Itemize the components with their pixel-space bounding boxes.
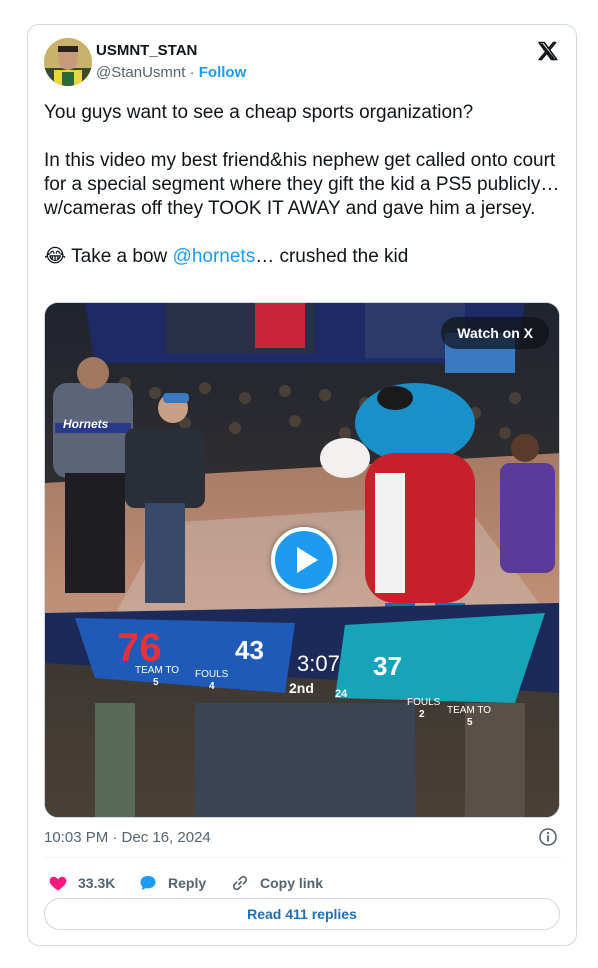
scoreboard-away-fouls: 2 bbox=[419, 709, 425, 720]
scoreboard-away-fouls-label: FOULS bbox=[407, 697, 441, 708]
play-button[interactable] bbox=[271, 527, 337, 593]
scoreboard-away-score: 37 bbox=[373, 651, 402, 681]
scoreboard-away-team-to-label: TEAM TO bbox=[447, 705, 491, 716]
mention-link[interactable]: @hornets bbox=[173, 246, 256, 267]
scoreboard-home-team-to: 5 bbox=[153, 677, 159, 688]
copy-link-button[interactable]: Copy link bbox=[230, 869, 323, 897]
tweet-line-3-prefix: Take a bow bbox=[66, 246, 173, 267]
tweet-line-1: You guys want to see a cheap sports orga… bbox=[44, 102, 474, 123]
reply-label: Reply bbox=[168, 875, 207, 891]
scoreboard-shot-clock: 24 bbox=[335, 688, 348, 700]
tweet-header: USMNT_STAN @StanUsmnt · Follow bbox=[44, 38, 562, 88]
tweet-line-2: In this video my best friend&his nephew … bbox=[44, 150, 560, 219]
video-player[interactable]: 76 43 3:07 37 2nd 24 TEAM TO 5 FOULS 4 F… bbox=[44, 302, 560, 818]
watch-on-x-button[interactable]: Watch on X bbox=[441, 317, 549, 349]
scoreboard-home-team-to-label: TEAM TO bbox=[135, 665, 179, 676]
x-logo-icon[interactable] bbox=[536, 40, 560, 64]
scoreboard-away-team-to: 5 bbox=[467, 717, 473, 728]
tweet-text: You guys want to see a cheap sports orga… bbox=[44, 101, 564, 269]
divider bbox=[44, 857, 562, 858]
link-icon bbox=[232, 875, 248, 891]
scoreboard-home-score: 43 bbox=[235, 635, 264, 665]
handle-separator: · bbox=[185, 64, 199, 81]
action-bar: 33.3K Reply Copy link bbox=[44, 869, 562, 897]
laughing-emoji-icon: 😂 bbox=[44, 246, 67, 267]
tweet-timestamp[interactable]: 10:03 PM · Dec 16, 2024 bbox=[44, 829, 211, 846]
tweet-line-3: 😂 Take a bow @hornets… crushed the kid bbox=[44, 245, 564, 269]
read-replies-button[interactable]: Read 411 replies bbox=[44, 898, 560, 930]
heart-icon bbox=[49, 876, 67, 891]
play-icon bbox=[297, 547, 318, 573]
like-button[interactable]: 33.3K bbox=[48, 869, 115, 897]
tweet-line-3-suffix: … crushed the kid bbox=[255, 246, 409, 267]
copy-link-label: Copy link bbox=[260, 875, 324, 891]
scoreboard-clock: 3:07 bbox=[297, 651, 340, 676]
scoreboard-home-fouls-label: FOULS bbox=[195, 669, 229, 680]
tweet-card: USMNT_STAN @StanUsmnt · Follow You guys … bbox=[27, 24, 577, 946]
author-handle-row: @StanUsmnt · Follow bbox=[96, 64, 246, 81]
info-icon[interactable] bbox=[538, 827, 558, 847]
scoreboard-home-logo: 76 bbox=[117, 626, 162, 670]
follow-button[interactable]: Follow bbox=[199, 64, 247, 81]
avatar[interactable] bbox=[44, 38, 92, 86]
jersey-text: Hornets bbox=[63, 417, 109, 431]
author-handle[interactable]: @StanUsmnt bbox=[96, 64, 185, 81]
scoreboard-period: 2nd bbox=[289, 680, 314, 696]
reply-button[interactable]: Reply bbox=[138, 869, 206, 897]
author-name[interactable]: USMNT_STAN bbox=[96, 42, 197, 59]
like-count: 33.3K bbox=[78, 875, 116, 891]
reply-bubble-icon bbox=[140, 875, 156, 891]
scoreboard-home-fouls: 4 bbox=[209, 681, 215, 692]
